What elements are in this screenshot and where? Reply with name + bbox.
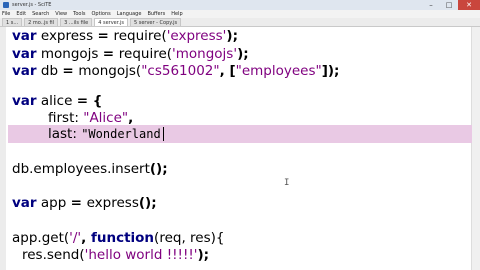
function-call: require(: [118, 46, 173, 62]
text-caret: [163, 127, 164, 141]
object-key: last:: [48, 126, 82, 142]
string-literal: "cs561002": [141, 63, 220, 79]
code-line-6: last: "Wonderland: [48, 125, 161, 143]
string-literal: 'hello world !!!!!': [84, 247, 198, 263]
punctuation: ,: [81, 230, 91, 246]
keyword: var: [12, 63, 37, 79]
operator: =: [70, 195, 87, 211]
punctuation: ]);: [321, 63, 340, 79]
method-call: app.get(: [12, 230, 70, 246]
punctuation: ();: [149, 161, 168, 177]
punctuation: );: [226, 28, 238, 44]
menu-options[interactable]: Options: [91, 10, 110, 18]
maximize-button[interactable]: □: [440, 0, 458, 10]
minimize-button[interactable]: –: [422, 0, 440, 10]
code-line-8: var app = express();: [12, 194, 157, 212]
tab-3[interactable]: 3 ...ils file: [60, 18, 93, 26]
punctuation: );: [197, 247, 210, 263]
punctuation: ,: [128, 110, 134, 126]
identifier: express: [40, 28, 94, 44]
code-line-2: var mongojs = require('mongojs');: [12, 45, 249, 63]
string-literal: '/': [69, 230, 82, 246]
mouse-ibeam-cursor-icon: I: [284, 178, 290, 188]
code-line-1: var express = require('express');: [12, 27, 238, 45]
operator: =: [62, 63, 79, 79]
tab-1[interactable]: 1 s...: [2, 18, 23, 26]
keyword: var: [12, 93, 37, 109]
menu-search[interactable]: Search: [32, 10, 49, 18]
function-call: mongojs(: [78, 63, 142, 79]
code-line-9: app.get('/', function(req, res){: [12, 229, 224, 247]
vertical-scrollbar[interactable]: [471, 27, 480, 270]
close-button[interactable]: ✕: [458, 0, 480, 10]
menu-edit[interactable]: Edit: [16, 10, 26, 18]
code-line-10: res.send('hello world !!!!!');: [22, 246, 209, 264]
function-call: require(: [113, 28, 167, 44]
code-line-3: var db = mongojs("cs561002", ["employees…: [12, 62, 339, 80]
menu-help[interactable]: Help: [171, 10, 182, 18]
object-key: first:: [48, 110, 84, 126]
identifier: db: [40, 63, 59, 79]
code-line-4: var alice = {: [12, 92, 102, 110]
menu-tools[interactable]: Tools: [73, 10, 85, 18]
punctuation: , [: [219, 63, 236, 79]
tab-2[interactable]: 2 mo..js fil: [24, 18, 59, 26]
punctuation: );: [237, 46, 249, 62]
buffer-tab-bar: 1 s... 2 mo..js fil 3 ...ils file 4 serv…: [0, 18, 480, 27]
unterminated-string: "Wonderland: [81, 127, 161, 141]
string-literal: 'express': [166, 28, 227, 44]
string-literal: "Alice": [83, 110, 129, 126]
method-call: res.send(: [22, 247, 85, 263]
parameters: (req, res){: [154, 230, 225, 246]
identifier: alice: [40, 93, 73, 109]
menu-bar: File Edit Search View Tools Options Lang…: [0, 10, 480, 18]
keyword: var: [12, 46, 37, 62]
operator: = {: [76, 93, 103, 109]
menu-file[interactable]: File: [2, 10, 10, 18]
keyword: var: [12, 28, 37, 44]
menu-language[interactable]: Language: [117, 10, 142, 18]
punctuation: ();: [138, 195, 157, 211]
keyword: var: [12, 195, 37, 211]
operator: =: [102, 46, 119, 62]
string-literal: 'mongojs': [172, 46, 238, 62]
identifier: app: [40, 195, 67, 211]
editor-gutter[interactable]: [0, 27, 6, 270]
operator: =: [97, 28, 114, 44]
string-literal: "employees": [235, 63, 322, 79]
code-line-7: db.employees.insert();: [12, 160, 168, 178]
tab-server-js[interactable]: 4 server.js: [94, 18, 128, 26]
identifier: mongojs: [40, 46, 99, 62]
function-call: express: [86, 195, 139, 211]
menu-buffers[interactable]: Buffers: [147, 10, 165, 18]
keyword: function: [90, 230, 155, 246]
tab-server-copy[interactable]: 5 server - Copy.js: [129, 18, 182, 26]
scite-app-icon: [3, 2, 9, 8]
window-controls: – □ ✕: [422, 0, 480, 10]
menu-view[interactable]: View: [55, 10, 67, 18]
method-call: db.employees.insert: [12, 161, 150, 177]
window-title: server.js - SciTE: [12, 2, 52, 8]
